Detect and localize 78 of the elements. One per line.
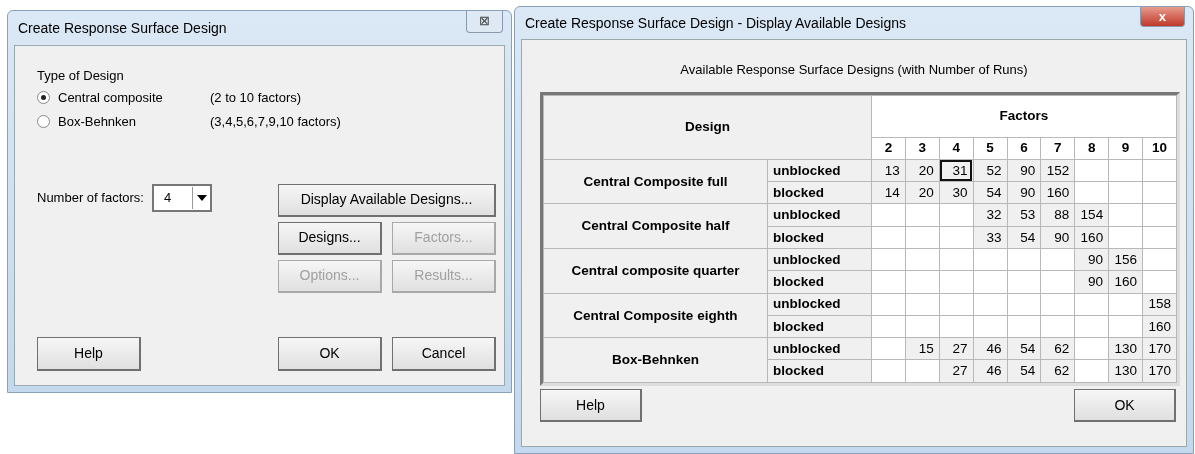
table-cell: 27 <box>939 337 974 360</box>
table-cell: 33 <box>973 226 1007 249</box>
row-header: Central Composite half <box>543 203 768 249</box>
radio-button[interactable] <box>37 115 50 128</box>
radio-button[interactable] <box>37 91 50 104</box>
dropdown-arrow-icon <box>191 186 210 209</box>
table-cell: 90 <box>1007 181 1041 204</box>
row-header: unblocked <box>767 248 872 271</box>
help-button[interactable]: Help <box>37 337 141 371</box>
table-cell: 13 <box>871 159 906 182</box>
table-cell: 90 <box>1074 270 1109 294</box>
table-cell: 130 <box>1108 337 1143 360</box>
close-button[interactable]: ⊠ <box>466 11 503 33</box>
row-header: blocked <box>767 181 872 204</box>
row-header: unblocked <box>767 203 872 227</box>
table-cell: 90 <box>1007 159 1041 182</box>
table-cell: 46 <box>973 359 1007 383</box>
option-note: (2 to 10 factors) <box>210 88 302 107</box>
dialog-button[interactable]: OK <box>278 337 382 371</box>
row-header: blocked <box>767 226 872 249</box>
table-cell: 152 <box>1040 159 1075 182</box>
table-cell: 170 <box>1142 359 1177 383</box>
table-cell: 90 <box>1040 226 1075 249</box>
table-cell: 160 <box>1074 226 1109 249</box>
dialog-button[interactable]: OK <box>1074 389 1176 422</box>
column-header: Factors <box>871 95 1177 137</box>
row-header: unblocked <box>767 293 872 316</box>
group-label: Type of Design <box>37 67 125 85</box>
table-cell: 54 <box>973 181 1007 204</box>
table-cell: 62 <box>1040 359 1075 383</box>
table-cell: 54 <box>1007 226 1041 249</box>
table-cell: 52 <box>973 159 1007 182</box>
row-header: blocked <box>767 359 872 383</box>
close-button[interactable]: x <box>1139 7 1185 27</box>
table-cell: 62 <box>1040 337 1075 360</box>
table-cell: 27 <box>939 359 974 383</box>
table-cell: 53 <box>1007 203 1041 227</box>
table-cell: 46 <box>973 337 1007 360</box>
help-button[interactable]: Help <box>540 389 642 422</box>
table-cell: 158 <box>1142 293 1177 316</box>
table-cell: 30 <box>939 181 974 204</box>
table-caption: Available Response Surface Designs (with Number of Runs) <box>679 61 1029 79</box>
table-cell: 160 <box>1142 315 1177 338</box>
window-title: Create Response Surface Design - Display Available Designs <box>525 13 907 33</box>
option-note: (3,4,5,6,7,9,10 factors) <box>210 112 341 131</box>
table-cell: 88 <box>1040 203 1075 227</box>
table-cell: 54 <box>1007 337 1041 360</box>
row-header: unblocked <box>767 337 872 360</box>
factor-dropdown[interactable]: 4 <box>151 183 212 212</box>
table-cell: 15 <box>905 337 940 360</box>
radio-label: Box-Behnken <box>58 112 138 131</box>
dialog-button[interactable]: Designs... <box>278 221 382 255</box>
row-header: Central Composite eighth <box>543 293 768 338</box>
row-header: unblocked <box>767 159 872 182</box>
window-title: Create Response Surface Design <box>18 18 227 38</box>
table-cell: 20 <box>905 181 940 204</box>
table-cell: 170 <box>1142 337 1177 360</box>
table-cell: 32 <box>973 203 1007 227</box>
row-header: Central Composite full <box>543 159 768 204</box>
row-header: Box-Behnken <box>543 337 768 383</box>
table-cell: 14 <box>871 181 906 204</box>
field-label: Number of factors: <box>37 188 144 207</box>
table-cell: 54 <box>1007 359 1041 383</box>
dialog-button[interactable]: Cancel <box>392 337 496 371</box>
column-header: Design <box>543 95 872 160</box>
table-cell: 160 <box>1040 181 1075 204</box>
radio-label: Central composite <box>58 88 164 107</box>
table-cell: 90 <box>1074 248 1109 271</box>
row-header: Central composite quarter <box>543 248 768 294</box>
table-cell: 156 <box>1108 248 1143 271</box>
table-cell: 20 <box>905 159 940 182</box>
row-header: blocked <box>767 315 872 338</box>
table-cell: 130 <box>1108 359 1143 383</box>
dialog-button[interactable]: Display Available Designs... <box>278 183 496 217</box>
row-header: blocked <box>767 270 872 294</box>
table-cell: 160 <box>1108 270 1143 294</box>
table-cell: 154 <box>1074 203 1109 227</box>
table-cell: 31 <box>939 159 974 182</box>
